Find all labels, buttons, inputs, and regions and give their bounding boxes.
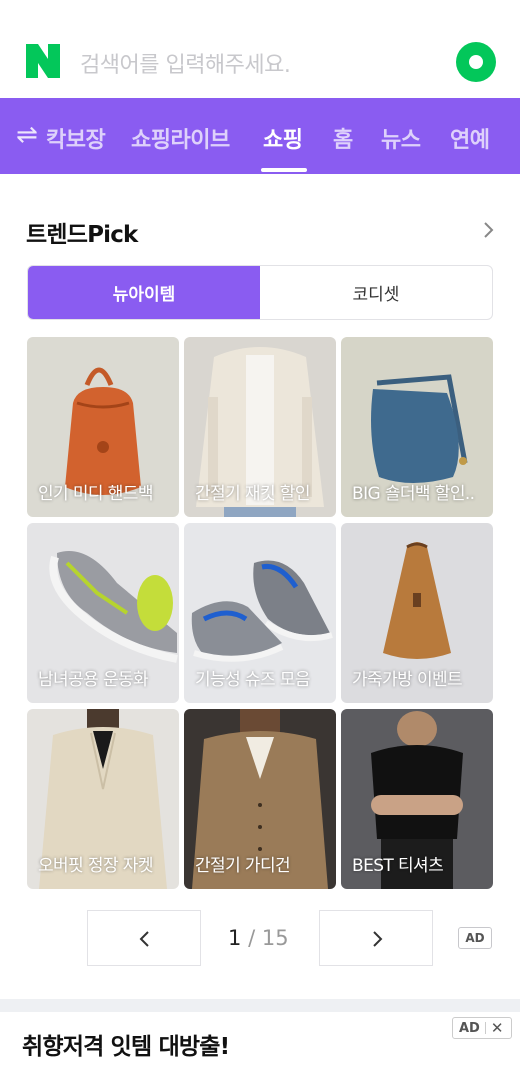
- tab-entertainment[interactable]: 연예: [450, 122, 490, 154]
- product-label: 간절기 가디건: [195, 856, 291, 876]
- product-label: 오버핏 정장 자켓: [38, 856, 153, 876]
- product-card[interactable]: 오버핏 정장 자켓: [27, 709, 179, 889]
- prev-page-button[interactable]: [87, 910, 201, 966]
- segment-coordi-set[interactable]: 코디셋: [260, 266, 492, 319]
- tab-shopping[interactable]: 쇼핑: [263, 122, 303, 154]
- segment-new-item[interactable]: 뉴아이템: [28, 266, 260, 319]
- current-page: 1: [228, 926, 242, 950]
- search-header: 검색어를 입력해주세요.: [0, 0, 520, 98]
- search-input[interactable]: 검색어를 입력해주세요.: [80, 47, 291, 79]
- ad-info-box: AD ✕: [452, 1017, 512, 1039]
- tab-item[interactable]: 칵보장: [46, 122, 106, 154]
- chevron-right-icon[interactable]: [480, 220, 498, 240]
- page-indicator: 1 / 15: [228, 926, 289, 950]
- chevron-left-icon: [139, 931, 149, 947]
- tab-switch-icon[interactable]: ⇌: [16, 120, 38, 150]
- product-label: 가죽가방 이벤트: [352, 670, 463, 690]
- tab-shopping-live[interactable]: 쇼핑라이브: [131, 122, 230, 154]
- ad-section-title: 취향저격 잇템 대방출!: [22, 1034, 230, 1060]
- chevron-right-icon: [373, 931, 383, 947]
- product-card[interactable]: 인기 미디 핸드백: [27, 337, 179, 517]
- product-label: 인기 미디 핸드백: [38, 484, 153, 504]
- product-label: 간절기 재킷 할인: [195, 484, 310, 504]
- product-card[interactable]: BEST 티셔츠: [341, 709, 493, 889]
- product-label: 남녀공용 운동화: [38, 670, 149, 690]
- tab-home[interactable]: 홈: [333, 122, 353, 154]
- ad-separator: [484, 1022, 486, 1034]
- close-icon[interactable]: ✕: [491, 1019, 504, 1037]
- product-card[interactable]: 남녀공용 운동화: [27, 523, 179, 703]
- category-tabbar: ⇌ 칵보장 쇼핑라이브 쇼핑 홈 뉴스 연예: [0, 98, 520, 174]
- ad-badge[interactable]: AD: [458, 927, 492, 949]
- naver-logo-icon[interactable]: [26, 44, 60, 78]
- section-divider: [0, 999, 520, 1012]
- product-label: BIG 숄더백 할인..: [352, 484, 475, 504]
- product-card[interactable]: 간절기 가디건: [184, 709, 336, 889]
- product-card[interactable]: 간절기 재킷 할인: [184, 337, 336, 517]
- product-label: BEST 티셔츠: [352, 856, 444, 876]
- green-dot-icon[interactable]: [456, 42, 496, 82]
- total-pages: 15: [261, 926, 289, 950]
- segment-control: 뉴아이템 코디셋: [27, 265, 493, 320]
- ad-label[interactable]: AD: [453, 1021, 480, 1036]
- product-card[interactable]: 가죽가방 이벤트: [341, 523, 493, 703]
- next-page-button[interactable]: [319, 910, 433, 966]
- product-card[interactable]: 기능성 슈즈 모음: [184, 523, 336, 703]
- product-card[interactable]: BIG 숄더백 할인..: [341, 337, 493, 517]
- active-tab-indicator: [261, 168, 307, 172]
- page-separator: /: [248, 926, 256, 950]
- section-title: 트렌드Pick: [26, 222, 138, 248]
- product-label: 기능성 슈즈 모음: [195, 670, 310, 690]
- tab-news[interactable]: 뉴스: [381, 122, 421, 154]
